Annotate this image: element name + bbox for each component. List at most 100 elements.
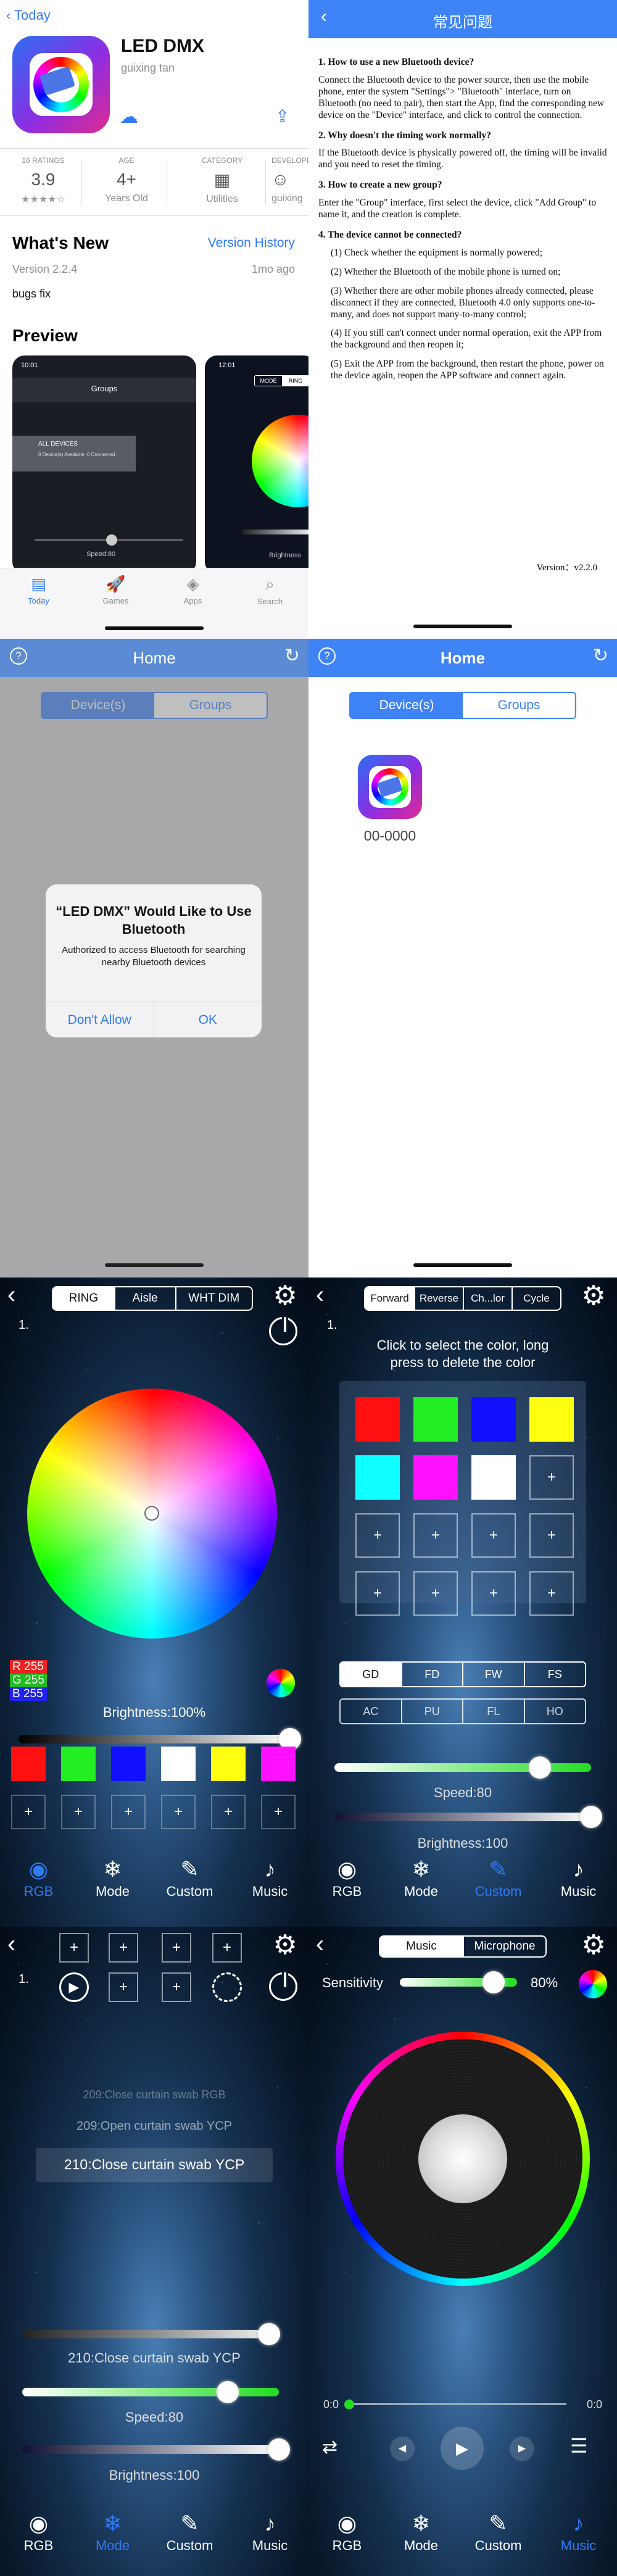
speed-knob[interactable] (216, 2381, 239, 2403)
device-icon[interactable] (358, 755, 422, 819)
tab-rgb[interactable]: ◉ RGB (308, 1856, 386, 1900)
tab-custom[interactable]: ✎ Custom (151, 1856, 228, 1900)
mode-list-item[interactable]: 209:Open curtain swab YCP (0, 2119, 308, 2134)
color-swatch[interactable] (211, 1747, 246, 1781)
custom-color-swatch[interactable] (355, 1455, 400, 1500)
download-cloud-icon[interactable]: ☁ (120, 106, 144, 127)
favorite-slot[interactable]: + (212, 1933, 242, 1963)
tab-apps[interactable]: ◈ Apps (154, 575, 231, 605)
favorite-slot[interactable]: + (109, 1933, 138, 1963)
mode-ho[interactable]: HO (523, 1700, 586, 1723)
next-icon[interactable]: ▶ (510, 2437, 534, 2461)
color-swatch[interactable] (11, 1747, 46, 1781)
custom-color-swatch[interactable] (471, 1455, 516, 1500)
color-swatch[interactable] (61, 1747, 96, 1781)
mode-position-slider[interactable] (22, 2330, 269, 2338)
tab-music[interactable]: ♪ Music (231, 1856, 308, 1900)
add-color-slot[interactable]: + (161, 1795, 196, 1829)
tab-change-color[interactable]: Ch...lor (462, 1287, 511, 1310)
custom-color-swatch[interactable] (355, 1397, 400, 1442)
brightness-knob[interactable] (580, 1806, 602, 1828)
add-color-slot[interactable]: + (61, 1795, 96, 1829)
play-icon[interactable]: ▶ (59, 1972, 89, 2002)
sensitivity-knob[interactable] (482, 1971, 505, 1993)
color-swatch[interactable] (261, 1747, 296, 1781)
mode-fd[interactable]: FD (400, 1663, 463, 1686)
tab-wht-dim[interactable]: WHT DIM (175, 1287, 252, 1310)
preview-screenshot-2[interactable]: 12:01 MODE RING Brightness (205, 355, 308, 574)
back-today-link[interactable]: ‹ Today (6, 7, 51, 23)
color-wheel[interactable] (27, 1389, 277, 1639)
speed-slider[interactable] (334, 1763, 591, 1772)
tab-mode[interactable]: ❄ Mode (74, 1856, 151, 1900)
dont-allow-button[interactable]: Don't Allow (46, 1002, 154, 1037)
mode-position-knob[interactable] (258, 2323, 280, 2345)
tab-forward[interactable]: Forward (365, 1287, 414, 1310)
add-color-slot[interactable]: + (413, 1513, 458, 1558)
add-color-slot[interactable]: + (355, 1513, 400, 1558)
color-picker-icon[interactable] (579, 1970, 607, 1998)
color-picker-icon[interactable] (267, 1669, 295, 1697)
tab-mode[interactable]: ❄ Mode (74, 2511, 151, 2554)
add-color-slot[interactable]: + (11, 1795, 46, 1829)
tab-custom[interactable]: ✎ Custom (151, 2511, 228, 2554)
add-color-slot[interactable]: + (111, 1795, 146, 1829)
tab-devices[interactable]: Device(s) (350, 693, 463, 718)
repeat-icon[interactable]: ⇄ (322, 2437, 337, 2458)
mode-fw[interactable]: FW (462, 1663, 524, 1686)
brightness-knob[interactable] (268, 2438, 290, 2461)
favorite-slot[interactable]: + (162, 1972, 191, 2002)
previous-icon[interactable]: ◀ (390, 2437, 415, 2461)
custom-color-swatch[interactable] (529, 1397, 574, 1442)
share-icon[interactable]: ⇪ (275, 106, 289, 127)
tab-custom[interactable]: ✎ Custom (460, 2511, 537, 2554)
device-name[interactable]: 00-0000 (346, 828, 434, 844)
gear-icon[interactable]: ⚙ (579, 1282, 608, 1312)
custom-color-swatch[interactable] (413, 1397, 458, 1442)
tab-microphone[interactable]: Microphone (462, 1937, 545, 1956)
mode-ac[interactable]: AC (341, 1700, 401, 1723)
add-color-slot[interactable]: + (471, 1513, 516, 1558)
back-chevron-icon[interactable]: ‹ (7, 1282, 15, 1307)
tab-games[interactable]: 🚀 Games (77, 575, 154, 605)
gear-icon[interactable]: ⚙ (579, 1932, 608, 1961)
custom-color-swatch[interactable] (413, 1455, 458, 1500)
mode-fs[interactable]: FS (523, 1663, 586, 1686)
tab-rgb[interactable]: ◉ RGB (0, 2511, 77, 2554)
color-swatch[interactable] (161, 1747, 196, 1781)
wheel-cursor[interactable] (144, 1506, 159, 1521)
back-chevron-icon[interactable]: ‹ (7, 1932, 15, 1956)
tab-ring[interactable]: RING (53, 1287, 114, 1310)
tab-mode[interactable]: ❄ Mode (383, 1856, 460, 1900)
custom-color-swatch[interactable] (471, 1397, 516, 1442)
shuffle-cycle-icon[interactable] (212, 1972, 242, 2002)
power-icon[interactable] (269, 1971, 297, 2001)
tab-cycle[interactable]: Cycle (511, 1287, 560, 1310)
track-progress-knob[interactable] (344, 2399, 354, 2409)
tab-search[interactable]: ⌕ Search (231, 575, 308, 606)
play-icon[interactable]: ▶ (441, 2427, 484, 2470)
tab-custom[interactable]: ✎ Custom (460, 1856, 537, 1900)
tab-music[interactable]: ♪ Music (540, 2511, 617, 2554)
add-color-slot[interactable]: + (529, 1455, 574, 1500)
tab-music[interactable]: ♪ Music (540, 1856, 617, 1900)
tab-rgb[interactable]: ◉ RGB (0, 1856, 77, 1900)
tab-music[interactable]: ♪ Music (231, 2511, 308, 2554)
mode-list-item[interactable]: 209:Close curtain swab RGB (0, 2088, 308, 2101)
tab-aisle[interactable]: Aisle (114, 1287, 175, 1310)
tab-music-source[interactable]: Music (380, 1937, 463, 1956)
gear-icon[interactable]: ⚙ (270, 1282, 300, 1312)
mode-list-item-selected[interactable]: 210:Close curtain swab YCP (0, 2156, 308, 2173)
tab-reverse[interactable]: Reverse (413, 1287, 463, 1310)
version-history-link[interactable]: Version History (208, 236, 295, 251)
mode-pu[interactable]: PU (400, 1700, 463, 1723)
favorite-slot[interactable]: + (162, 1933, 191, 1963)
refresh-icon[interactable]: ↻ (284, 645, 300, 667)
gear-icon[interactable]: ⚙ (270, 1932, 300, 1961)
refresh-icon[interactable]: ↻ (593, 645, 608, 667)
mode-gd[interactable]: GD (341, 1663, 401, 1686)
tab-today[interactable]: ▤ Today (0, 575, 77, 605)
playlist-icon[interactable]: ☰ (570, 2434, 588, 2458)
color-swatch[interactable] (111, 1747, 146, 1781)
back-chevron-icon[interactable]: ‹ (316, 1932, 324, 1956)
